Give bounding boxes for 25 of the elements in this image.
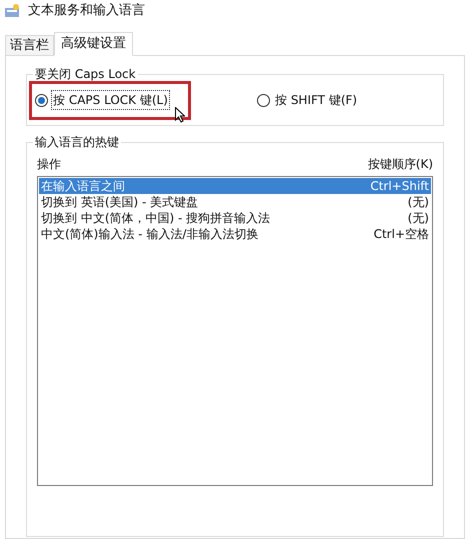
tab[interactable]: 语言栏: [5, 35, 54, 56]
list-row[interactable]: 在输入语言之间 Ctrl+Shift: [39, 178, 431, 194]
list-row[interactable]: 中文(简体)输入法 - 输入法/非输入法切换 Ctrl+空格: [39, 226, 431, 242]
column-header: 操作: [37, 156, 61, 173]
key-sequence: Ctrl+Shift: [370, 178, 429, 194]
list-row[interactable]: 切换到 英语(美国) - 美式键盘 (无): [39, 194, 431, 210]
window-title: 文本服务和输入语言: [28, 2, 145, 20]
radio-button[interactable]: [35, 94, 48, 106]
cursor-icon: [175, 107, 185, 123]
radio-label[interactable]: 按 SHIFT 键(F): [273, 90, 360, 110]
radio-label[interactable]: 按 CAPS LOCK 键(L): [51, 90, 170, 110]
column-header: 按键顺序(K): [368, 156, 433, 173]
app-icon: [4, 4, 20, 18]
group-title: 输入语言的热键: [33, 134, 121, 150]
action-text: 切换到 中文(简体，中国) - 搜狗拼音输入法: [41, 210, 270, 226]
key-sequence: Ctrl+空格: [374, 226, 429, 242]
action-text: 切换到 英语(美国) - 美式键盘: [41, 194, 198, 210]
radio-button[interactable]: [257, 94, 270, 106]
action-text: 中文(简体)输入法 - 输入法/非输入法切换: [41, 226, 258, 242]
tab[interactable]: 高级键设置: [54, 32, 133, 56]
action-text: 在输入语言之间: [41, 178, 125, 194]
list-row[interactable]: 切换到 中文(简体，中国) - 搜狗拼音输入法 (无): [39, 210, 431, 226]
group-title: 要关闭 Caps Lock: [33, 66, 138, 82]
key-sequence: (无): [408, 194, 429, 210]
key-sequence: (无): [408, 210, 429, 226]
